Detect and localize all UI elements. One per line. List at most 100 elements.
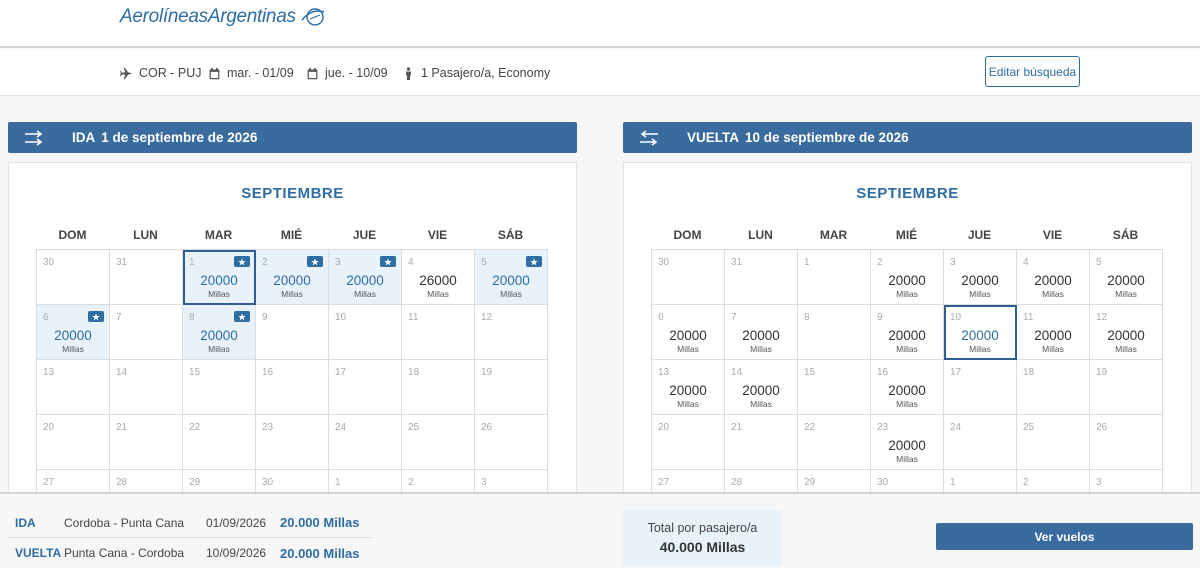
day-number: 25	[1023, 422, 1035, 433]
calendar-day[interactable]: 11 20000 Millas	[1017, 305, 1090, 360]
calendar-day[interactable]: 13 20000 Millas	[652, 360, 725, 415]
day-number: 30	[262, 477, 274, 488]
calendar-day: 25	[1017, 415, 1090, 470]
weekday-header: SÁB	[497, 228, 524, 242]
price-unit: Millas	[969, 344, 991, 354]
calendar-day-selected[interactable]: 10 20000 Millas	[944, 305, 1017, 360]
weekday-header: JUE	[967, 228, 992, 242]
outbound-weekdays: DOM LUN MAR MIÉ JUE VIE SÁB	[36, 228, 576, 242]
day-number: 13	[43, 367, 55, 378]
calendar-day[interactable]: 12 20000 Millas	[1090, 305, 1163, 360]
day-number: 27	[658, 477, 670, 488]
calendar-day[interactable]: 4 20000 Millas	[1017, 250, 1090, 305]
day-number: 13	[658, 367, 670, 378]
calendar-day[interactable]: 7 20000 Millas	[725, 305, 798, 360]
return-arrows-icon	[640, 129, 658, 146]
day-price: 20000	[273, 273, 311, 288]
calendar-day: 26	[475, 415, 548, 470]
calendar-day: 22	[798, 415, 871, 470]
star-ticket-icon	[234, 256, 250, 267]
outbound-header: IDA 1 de septiembre de 2026	[8, 122, 577, 153]
weekday-header: LUN	[133, 228, 158, 242]
summary-leg-outbound: IDA Cordoba - Punta Cana 01/09/2026 20.0…	[8, 508, 372, 538]
calendar-day[interactable]: 4 26000 Millas	[402, 250, 475, 305]
day-price: 20000	[888, 328, 926, 343]
calendar-day[interactable]: 9 20000 Millas	[871, 305, 944, 360]
day-number: 31	[116, 257, 128, 268]
calendar-day[interactable]: 8 20000 Millas	[183, 305, 256, 360]
calendar-day: 24	[329, 415, 402, 470]
edit-search-button[interactable]: Editar búsqueda	[985, 56, 1080, 87]
calendar-day[interactable]: 5 20000 Millas	[1090, 250, 1163, 305]
calendar-day[interactable]: 2 20000 Millas	[871, 250, 944, 305]
outbound-month: SEPTIEMBRE	[241, 185, 344, 202]
calendar-day: 8	[798, 305, 871, 360]
weekday-header: DOM	[58, 228, 87, 242]
calendar-day[interactable]: 2 20000 Millas	[256, 250, 329, 305]
day-price: 20000	[742, 383, 780, 398]
calendar-day[interactable]: 23 20000 Millas	[871, 415, 944, 470]
day-price: 20000	[1107, 328, 1145, 343]
leg-route: Cordoba - Punta Cana	[64, 515, 185, 530]
day-number: 11	[1023, 312, 1034, 323]
day-number: 26	[481, 422, 493, 433]
day-number: 19	[1096, 367, 1108, 378]
weekday-header: DOM	[673, 228, 702, 242]
day-number: 21	[116, 422, 128, 433]
weekday-header: VIE	[1042, 228, 1063, 242]
star-ticket-icon	[380, 256, 396, 267]
calendar-day[interactable]: 14 20000 Millas	[725, 360, 798, 415]
calendar-day: 21	[110, 415, 183, 470]
day-number: 3	[335, 257, 341, 268]
weekday-header: MAR	[204, 228, 233, 242]
outbound-label: IDA	[72, 130, 96, 145]
day-number: 3	[1096, 477, 1102, 488]
calendar-day: 23	[256, 415, 329, 470]
day-number: 9	[877, 312, 883, 323]
day-number: 30	[658, 257, 670, 268]
day-number: 10	[335, 312, 347, 323]
price-unit: Millas	[281, 289, 303, 299]
day-price: 20000	[200, 273, 238, 288]
view-flights-button[interactable]: Ver vuelos	[936, 523, 1193, 550]
calendar-day: 30	[652, 250, 725, 305]
calendar-day[interactable]: 6 20000 Millas	[37, 305, 110, 360]
day-number: 2	[408, 477, 414, 488]
outbound-date: 1 de septiembre de 2026	[101, 130, 258, 145]
return-calendar: SEPTIEMBRE DOM LUN MAR MIÉ JUE VIE SÁB 30 31 1 2 2…	[623, 162, 1192, 532]
brand-name: AerolíneasArgentinas	[120, 6, 296, 27]
day-number: 14	[116, 367, 128, 378]
departure-arrows-icon	[25, 129, 43, 146]
day-number: 16	[262, 367, 274, 378]
price-unit: Millas	[750, 399, 772, 409]
day-number: 16	[877, 367, 889, 378]
brand-logo[interactable]: AerolíneasArgentinas	[120, 6, 326, 28]
day-price: 20000	[492, 273, 530, 288]
day-price: 20000	[742, 328, 780, 343]
day-number: 30	[877, 477, 889, 488]
day-number: 1	[335, 477, 341, 488]
day-number: 4	[1023, 257, 1029, 268]
calendar-day[interactable]: 16 20000 Millas	[871, 360, 944, 415]
day-price: 26000	[419, 273, 457, 288]
calendar-day[interactable]: 3 20000 Millas	[944, 250, 1017, 305]
calendar-day-selected[interactable]: 1 20000 Millas	[183, 250, 256, 305]
day-number: 17	[335, 367, 347, 378]
weekday-header: MAR	[819, 228, 848, 242]
calendar-day[interactable]: 6 20000 Millas	[652, 305, 725, 360]
price-unit: Millas	[677, 344, 699, 354]
calendar-day[interactable]: 5 20000 Millas	[475, 250, 548, 305]
day-number: 6	[43, 312, 49, 323]
price-unit: Millas	[1042, 344, 1064, 354]
day-number: 1	[189, 257, 195, 268]
day-number: 24	[335, 422, 347, 433]
outbound-calendar: SEPTIEMBRE DOM LUN MAR MIÉ JUE VIE SÁB 30 31 1 20…	[8, 162, 577, 532]
calendar-day: 18	[1017, 360, 1090, 415]
day-number: 29	[189, 477, 201, 488]
price-unit: Millas	[500, 289, 522, 299]
day-number: 2	[1023, 477, 1029, 488]
calendar-day: 17	[329, 360, 402, 415]
price-unit: Millas	[1115, 289, 1137, 299]
calendar-day[interactable]: 3 20000 Millas	[329, 250, 402, 305]
price-unit: Millas	[896, 399, 918, 409]
